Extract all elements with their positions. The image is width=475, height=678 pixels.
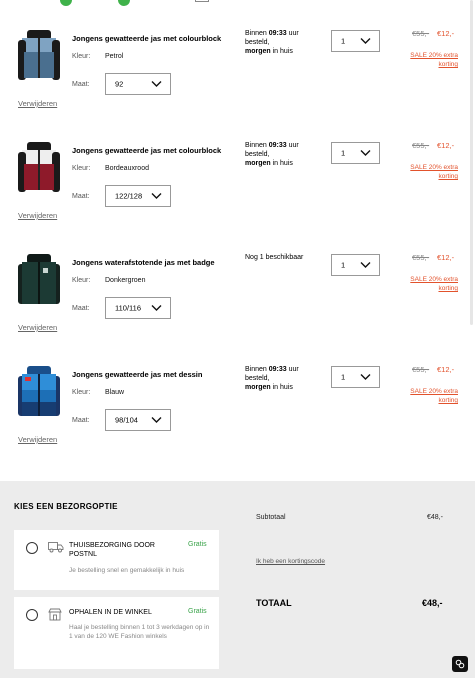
color-value: Blauw — [105, 389, 125, 396]
quantity-select[interactable]: 1 — [331, 254, 380, 276]
check-icon — [118, 0, 130, 6]
jacket-image[interactable] — [16, 138, 62, 200]
quantity-value: 1 — [341, 260, 346, 270]
option-price: Gratis — [188, 608, 207, 615]
cart-item: Jongens gewatteerde jas met colourblock … — [0, 26, 465, 138]
delivery-radio[interactable] — [26, 609, 38, 621]
color-value: Bordeauxrood — [105, 165, 149, 172]
top-partial-bar — [0, 0, 475, 10]
remove-link[interactable]: Verwijderen — [18, 211, 57, 220]
size-label: Maat: — [72, 193, 90, 200]
chat-button[interactable] — [452, 656, 468, 672]
sale-link[interactable]: SALE 20% extra korting — [398, 275, 458, 293]
remove-link[interactable]: Verwijderen — [18, 99, 57, 108]
color-value: Donkergroen — [105, 277, 146, 284]
option-price: Gratis — [188, 541, 207, 548]
product-title[interactable]: Jongens gewatteerde jas met colourblock — [72, 146, 221, 155]
color-label: Kleur: — [72, 277, 91, 284]
sale-price: €12,- — [437, 29, 455, 38]
chevron-down-icon — [151, 81, 162, 87]
coupon-link[interactable]: Ik heb een kortingscode — [256, 558, 325, 565]
chevron-down-icon — [360, 262, 371, 268]
option-title: OPHALEN IN DE WINKEL — [69, 609, 152, 616]
delivery-option-postnl[interactable]: THUISBEZORGING DOOR POSTNL Gratis Je bes… — [14, 530, 219, 590]
original-price: €55,- — [412, 141, 430, 150]
total-label: TOTAAL — [256, 598, 292, 608]
size-select[interactable]: 122/128 — [105, 185, 171, 207]
size-value: 110/116 — [115, 303, 141, 313]
option-description: Je bestelling snel en gemakkelijk in hui… — [69, 567, 185, 574]
jacket-image[interactable] — [16, 362, 62, 424]
stock-note: Nog 1 beschikbaar — [245, 254, 304, 261]
truck-icon — [48, 542, 64, 553]
option-title: THUISBEZORGING DOOR POSTNL — [69, 542, 155, 558]
cart-item: Jongens gewatteerde jas met dessin Kleur… — [0, 362, 465, 474]
size-label: Maat: — [72, 81, 90, 88]
size-value: 98/104 — [115, 415, 138, 425]
color-label: Kleur: — [72, 53, 91, 60]
option-description: Haal je bestelling binnen 1 tot 3 werkda… — [69, 624, 210, 640]
subtotal-label: Subtotaal — [256, 514, 286, 521]
remove-link[interactable]: Verwijderen — [18, 323, 57, 332]
total-value: €48,- — [422, 598, 443, 608]
sale-link[interactable]: SALE 20% extra korting — [398, 163, 458, 181]
sale-link[interactable]: SALE 20% extra korting — [398, 387, 458, 405]
step-icon — [195, 0, 209, 2]
size-label: Maat: — [72, 305, 90, 312]
chevron-down-icon — [360, 150, 371, 156]
color-label: Kleur: — [72, 165, 91, 172]
cart-item: Jongens gewatteerde jas met colourblock … — [0, 138, 465, 250]
product-title[interactable]: Jongens gewatteerde jas met dessin — [72, 370, 202, 379]
store-icon — [48, 608, 62, 621]
chevron-down-icon — [151, 193, 162, 199]
chevron-down-icon — [360, 38, 371, 44]
sale-link[interactable]: SALE 20% extra korting — [398, 51, 458, 69]
size-select[interactable]: 98/104 — [105, 409, 171, 431]
jacket-image[interactable] — [16, 26, 62, 88]
sale-price: €12,- — [437, 141, 455, 150]
size-value: 92 — [115, 79, 124, 89]
subtotal-value: €48,- — [427, 514, 443, 521]
quantity-select[interactable]: 1 — [331, 142, 380, 164]
delivery-option-store[interactable]: OPHALEN IN DE WINKEL Gratis Haal je best… — [14, 597, 219, 669]
quantity-select[interactable]: 1 — [331, 30, 380, 52]
delivery-info: Binnen 09:33 uur besteld, morgen in huis — [245, 30, 299, 55]
quantity-value: 1 — [341, 36, 346, 46]
chevron-down-icon — [151, 305, 162, 311]
size-label: Maat: — [72, 417, 90, 424]
remove-link[interactable]: Verwijderen — [18, 435, 57, 444]
delivery-radio[interactable] — [26, 542, 38, 554]
scrollbar[interactable] — [470, 0, 473, 325]
product-title[interactable]: Jongens waterafstotende jas met badge — [72, 258, 215, 267]
cart-item: Jongens waterafstotende jas met badge Kl… — [0, 250, 465, 362]
jacket-image[interactable] — [16, 250, 62, 312]
size-select[interactable]: 92 — [105, 73, 171, 95]
delivery-info: Binnen 09:33 uur besteld, morgen in huis — [245, 366, 299, 391]
link-icon — [455, 659, 465, 669]
original-price: €55,- — [412, 253, 430, 262]
original-price: €55,- — [412, 365, 430, 374]
delivery-options-title: KIES EEN BEZORGOPTIE — [14, 502, 118, 511]
size-value: 122/128 — [115, 191, 143, 201]
color-label: Kleur: — [72, 389, 91, 396]
sale-price: €12,- — [437, 253, 455, 262]
color-value: Petrol — [105, 53, 124, 60]
chevron-down-icon — [360, 374, 371, 380]
chevron-down-icon — [151, 417, 162, 423]
check-icon — [60, 0, 72, 6]
checkout-section: KIES EEN BEZORGOPTIE THUISBEZORGING DOOR… — [0, 481, 475, 678]
size-select[interactable]: 110/116 — [105, 297, 171, 319]
sale-price: €12,- — [437, 365, 455, 374]
quantity-select[interactable]: 1 — [331, 366, 380, 388]
quantity-value: 1 — [341, 148, 346, 158]
delivery-info: Binnen 09:33 uur besteld, morgen in huis — [245, 142, 299, 167]
original-price: €55,- — [412, 29, 430, 38]
quantity-value: 1 — [341, 372, 346, 382]
product-title[interactable]: Jongens gewatteerde jas met colourblock — [72, 34, 221, 43]
